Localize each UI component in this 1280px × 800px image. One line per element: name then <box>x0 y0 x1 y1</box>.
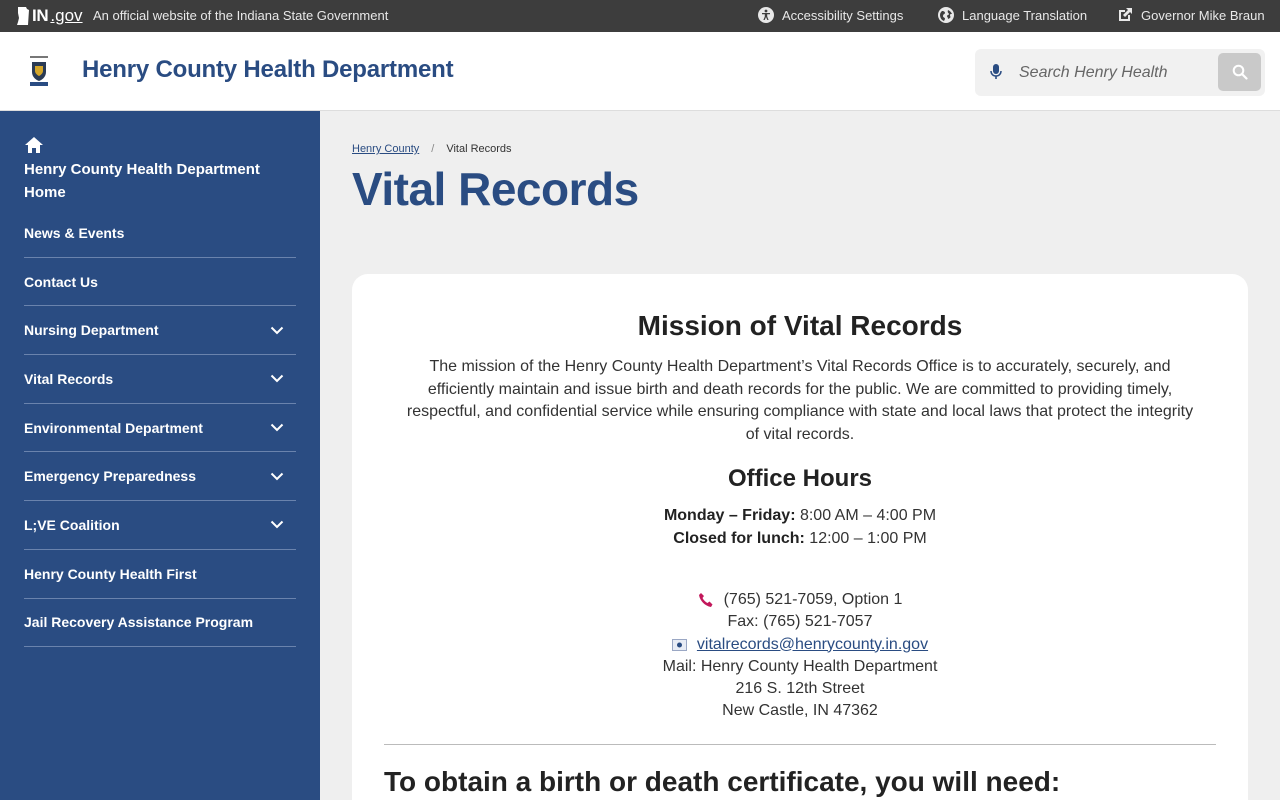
sidebar-item-nursing-department[interactable]: Nursing Department <box>24 306 296 356</box>
home-icon <box>25 137 43 153</box>
logo-in-text: IN <box>32 6 49 25</box>
email-row: vitalrecords@henrycounty.in.gov <box>352 634 1248 656</box>
fax-number: Fax: (765) 521-7057 <box>727 613 873 631</box>
indiana-state-icon <box>17 7 29 25</box>
sidebar-item-henry-county-health-first[interactable]: Henry County Health First <box>24 550 296 599</box>
globe-icon <box>938 7 954 23</box>
breadcrumb: Henry County / Vital Records <box>352 143 512 155</box>
sidebar-item-label: Contact Us <box>24 273 98 290</box>
external-link-icon <box>1119 8 1132 21</box>
search-icon <box>1232 64 1248 80</box>
accessibility-settings-link[interactable]: Accessibility Settings <box>758 7 903 23</box>
mission-heading: Mission of Vital Records <box>637 310 963 341</box>
health-department-seal-icon[interactable] <box>24 54 54 88</box>
sidebar-item-label: Emergency Preparedness <box>24 468 196 485</box>
chevron-down-icon[interactable] <box>270 472 284 481</box>
obtain-certificate-heading: To obtain a birth or death certificate, … <box>384 766 1061 797</box>
hours-weekday-value: 8:00 AM – 4:00 PM <box>795 507 937 524</box>
accessibility-icon <box>758 7 774 23</box>
chevron-down-icon[interactable] <box>270 326 284 335</box>
sidebar-nav: Henry County Health Department Home News… <box>0 111 320 800</box>
sidebar-item-label: News & Events <box>24 224 125 241</box>
logo-gov-text: .gov <box>50 6 83 25</box>
microphone-icon[interactable] <box>989 63 1003 81</box>
email-icon <box>671 638 687 651</box>
phone-number: (765) 521-7059, Option 1 <box>723 591 903 608</box>
sidebar-item-l-ve-coalition[interactable]: L;VE Coalition <box>24 501 296 550</box>
sidebar-home-link[interactable]: Henry County Health Department Home <box>24 136 284 204</box>
sidebar-item-environmental-department[interactable]: Environmental Department <box>24 404 296 453</box>
in-gov-logo[interactable]: IN .gov <box>16 6 83 26</box>
hours-weekday-label: Monday – Friday: <box>663 507 796 524</box>
content-card: Mission of Vital Records The mission of … <box>352 274 1248 800</box>
sidebar-item-label: L;VE Coalition <box>24 516 120 533</box>
sidebar-item-label: Jail Recovery Assistance Program <box>24 614 254 631</box>
sidebar-menu: News & Events Contact Us Nursing Departmen… <box>24 209 296 648</box>
site-title[interactable]: Henry County Health Department <box>82 56 454 84</box>
phone-row: (765) 521-7059, Option 1 <box>352 589 1248 611</box>
gov-bar: IN .gov An official website of the Indian… <box>0 0 1280 32</box>
search-input[interactable] <box>1019 59 1184 86</box>
sidebar-item-label: Nursing Department <box>24 322 159 339</box>
hours-weekday: Monday – Friday: 8:00 AM – 4:00 PM <box>352 507 1248 525</box>
sidebar-item-label: Vital Records <box>24 370 114 387</box>
hours-lunch-value: 12:00 – 1:00 PM <box>804 530 927 547</box>
sidebar-item-label: Henry County Health First <box>24 565 197 582</box>
site-header: Henry County Health Department <box>0 32 1280 111</box>
page-title: Vital Records <box>352 163 639 215</box>
chevron-down-icon[interactable] <box>270 520 284 529</box>
sidebar-item-news-events[interactable]: News & Events <box>24 209 296 258</box>
email-link[interactable]: vitalrecords@henrycounty.in.gov <box>697 634 928 656</box>
breadcrumb-current: Vital Records <box>446 143 512 155</box>
contact-info: (765) 521-7059, Option 1 Fax: (765) 521-… <box>352 589 1248 723</box>
sidebar-item-jail-recovery-assistance-program[interactable]: Jail Recovery Assistance Program <box>24 599 296 648</box>
language-translation-link[interactable]: Language Translation <box>938 7 1087 23</box>
sidebar-item-vital-records[interactable]: Vital Records <box>24 355 296 404</box>
mail-line-3: New Castle, IN 47362 <box>722 702 878 720</box>
hours-lunch: Closed for lunch: 12:00 – 1:00 PM <box>352 530 1248 548</box>
search-button[interactable] <box>1218 53 1261 91</box>
language-translation-label: Language Translation <box>962 7 1088 23</box>
chevron-down-icon[interactable] <box>270 374 284 383</box>
breadcrumb-henry-county[interactable]: Henry County <box>352 143 419 155</box>
breadcrumb-separator: / <box>431 143 435 155</box>
chevron-down-icon[interactable] <box>270 423 284 432</box>
search-box <box>975 49 1265 96</box>
governor-link[interactable]: Governor Mike Braun <box>1117 7 1265 23</box>
content-divider <box>384 744 1216 745</box>
office-hours-heading: Office Hours <box>727 465 873 492</box>
mission-text: The mission of the Henry County Health D… <box>406 358 1194 443</box>
phone-icon <box>698 593 713 608</box>
official-website-text: An official website of the Indiana State… <box>93 8 389 23</box>
governor-link-label: Governor Mike Braun <box>1141 7 1265 23</box>
sidebar-item-contact-us[interactable]: Contact Us <box>24 258 296 307</box>
sidebar-item-label: Environmental Department <box>24 419 203 436</box>
mail-line-1: Mail: Henry County Health Department <box>662 657 938 675</box>
hours-lunch-label: Closed for lunch: <box>673 530 805 547</box>
sidebar-home-label: Henry County Health Department Home <box>24 161 260 201</box>
mail-line-2: 216 S. 12th Street <box>735 680 865 698</box>
sidebar-item-emergency-preparedness[interactable]: Emergency Preparedness <box>24 452 296 502</box>
accessibility-settings-label: Accessibility Settings <box>782 7 904 23</box>
